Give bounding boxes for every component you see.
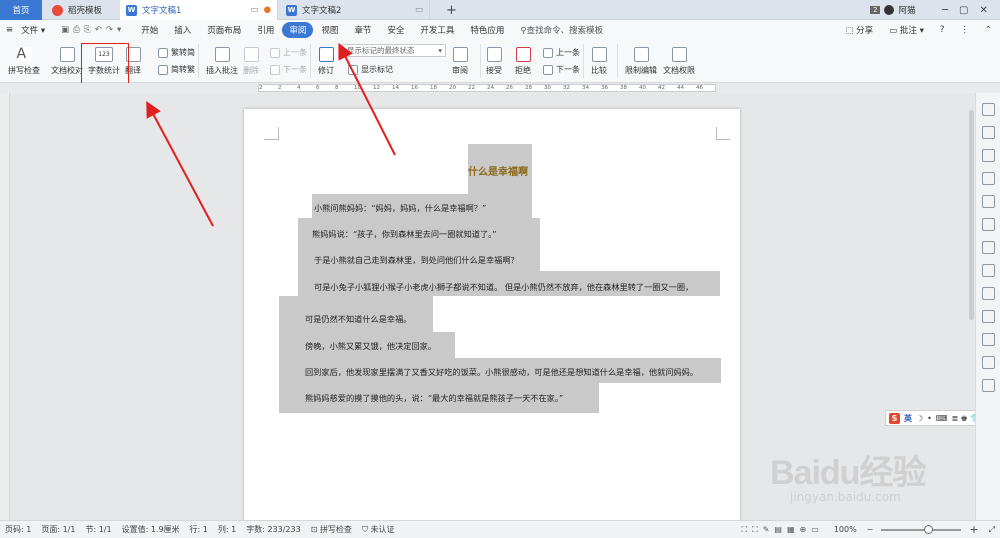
style-icon[interactable]: [982, 172, 995, 185]
view-mode-icons[interactable]: ⛶⛶✎▤▦⊕▭: [737, 525, 829, 535]
table-icon[interactable]: [982, 195, 995, 208]
wps-writer-window: 首页 稻壳模板 W 文字文稿1 ▭ ● W 文字文稿2 ▭ + 2 阿猫 ─ ▢…: [0, 0, 1000, 538]
status-spell-check[interactable]: ⊡ 拼写检查: [306, 524, 357, 535]
watermark-logo: Baidu经验: [770, 454, 926, 492]
pen-icon[interactable]: [982, 103, 995, 116]
zoom-slider-thumb[interactable]: [924, 524, 934, 534]
settings-icon[interactable]: [982, 333, 995, 346]
status-word-count[interactable]: 字数: 233/233: [241, 524, 305, 535]
shapes-icon[interactable]: [982, 149, 995, 162]
fit-icon[interactable]: ⤢: [984, 525, 1000, 535]
zoom-slider[interactable]: [881, 524, 962, 534]
arrow-to-review-tab: [338, 42, 396, 156]
keyboard-icon[interactable]: ⌨: [936, 414, 948, 423]
share-icon[interactable]: [982, 310, 995, 323]
status-col: 列: 1: [217, 525, 237, 534]
select-icon[interactable]: [982, 126, 995, 139]
vertical-scrollbar[interactable]: [969, 110, 974, 320]
help-icon[interactable]: [982, 379, 995, 392]
backup-icon[interactable]: [982, 287, 995, 300]
adjust-icon[interactable]: [982, 241, 995, 254]
zoom-out-icon[interactable]: −: [862, 525, 879, 534]
status-bar: 页码: 1 页面: 1/1 节: 1/1 设置值: 1.9厘米 行: 1 列: …: [0, 520, 1000, 538]
status-pages: 页面: 1/1: [41, 525, 76, 534]
format-icon[interactable]: [982, 218, 995, 231]
status-setting: 设置值: 1.9厘米: [121, 525, 180, 534]
right-sidebar: [975, 93, 1000, 520]
tools-icon[interactable]: [982, 356, 995, 369]
zoom-in-icon[interactable]: +: [964, 523, 983, 536]
status-auth[interactable]: ⛉ 未认证: [357, 524, 400, 535]
status-section: 节: 1/1: [85, 525, 112, 534]
zoom-level[interactable]: 100%: [829, 525, 862, 534]
sogou-icon: S: [889, 412, 900, 424]
shield-icon: ⛉: [361, 525, 368, 534]
arrow-to-word-count: [146, 100, 214, 227]
moon-icon[interactable]: ☽: [916, 414, 923, 423]
ime-mode[interactable]: 英: [904, 413, 912, 424]
status-page-number: 页码: 1: [5, 525, 32, 534]
image-icon[interactable]: [982, 264, 995, 277]
dot-icon[interactable]: •: [927, 414, 932, 423]
status-row: 行: 1: [189, 525, 208, 534]
spell-check-icon: ⊡: [310, 525, 318, 534]
watermark-url: jingyan.baidu.com: [790, 490, 901, 504]
